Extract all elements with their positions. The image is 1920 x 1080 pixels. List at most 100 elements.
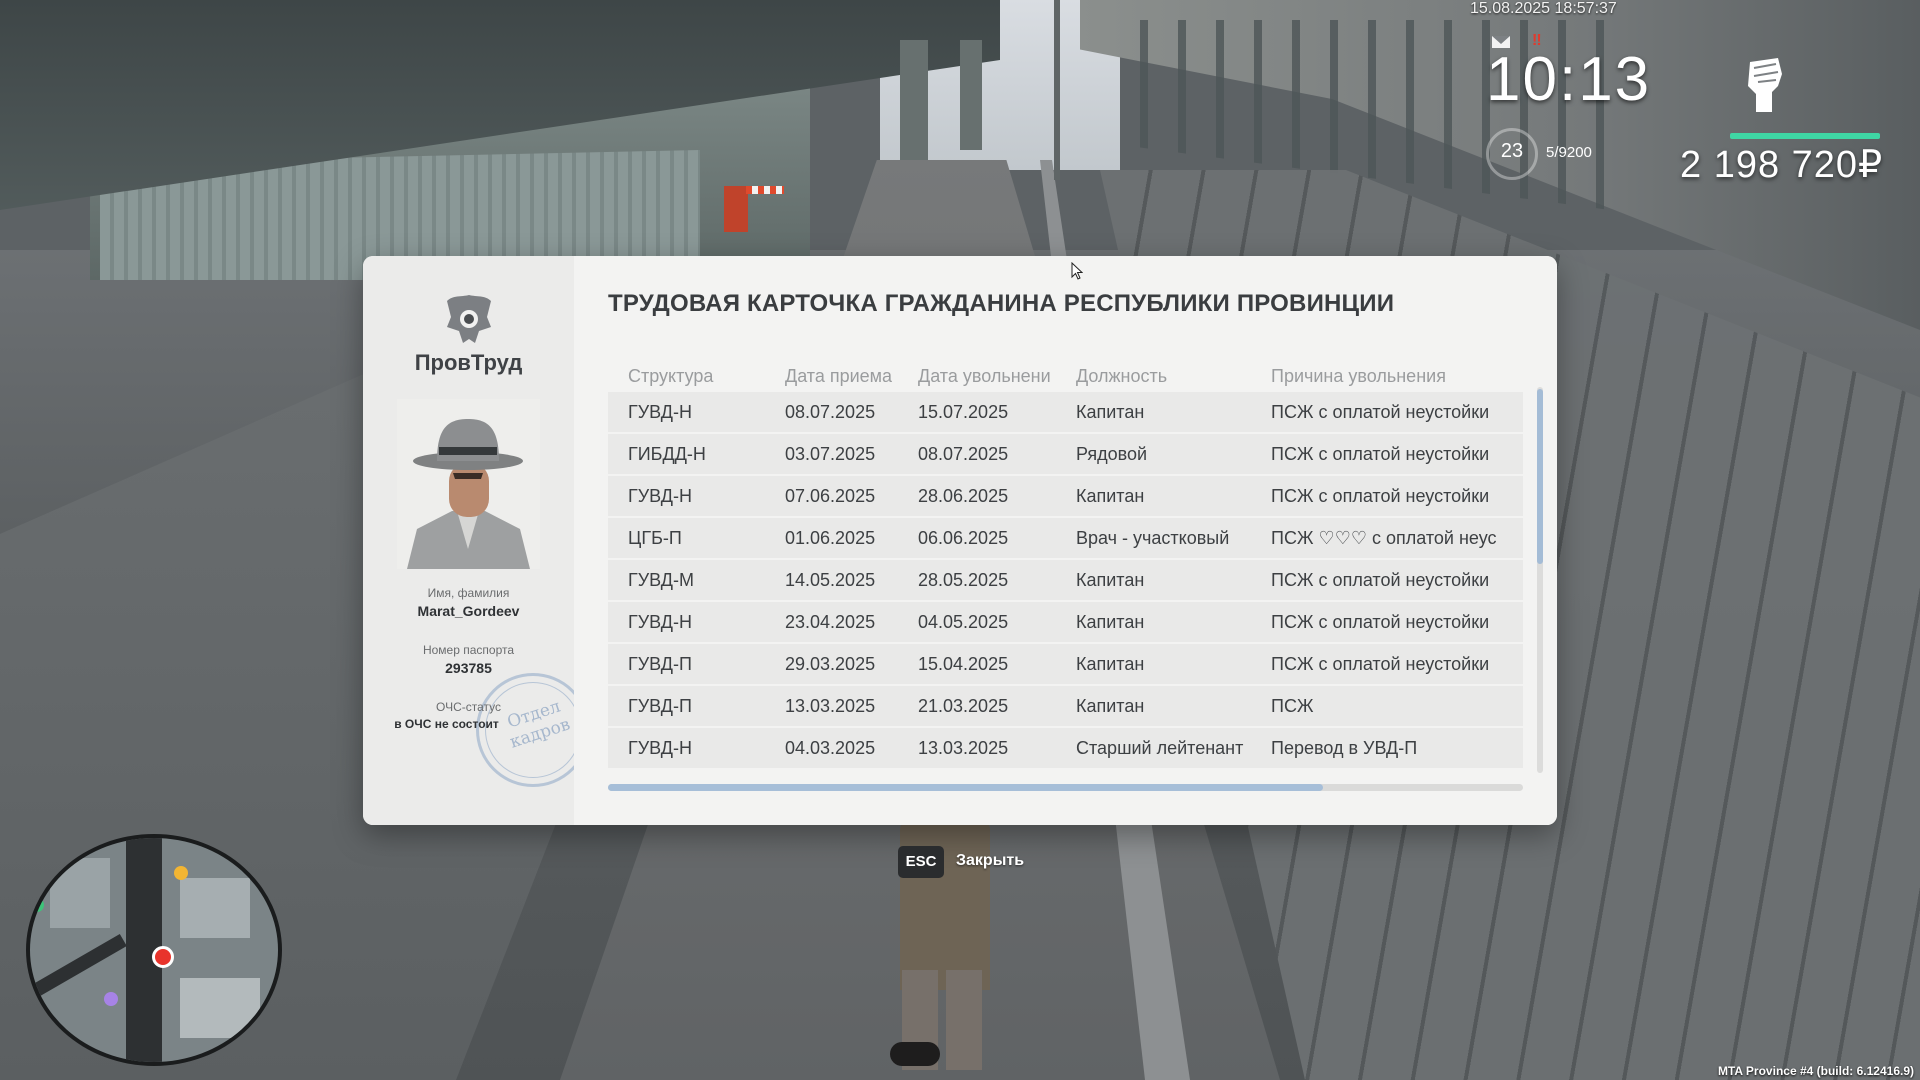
cell-position: Капитан — [1076, 612, 1145, 632]
cell-reason: ПСЖ — [1271, 696, 1314, 716]
status-label: ОЧС-статус — [436, 700, 501, 714]
hud-level: 23 — [1500, 140, 1524, 162]
table-row: ЦГБ-П 01.06.2025 06.06.2025 Врач - участ… — [608, 518, 1523, 558]
cell-reason: ПСЖ с оплатой неустойки — [1271, 444, 1490, 464]
cell-position: Капитан — [1076, 402, 1145, 422]
cell-structure: ГУВД-Н — [628, 486, 692, 506]
minimap-block — [180, 878, 250, 938]
table-row: ГУВД-Н 23.04.2025 04.05.2025 Капитан ПСЖ… — [608, 602, 1523, 642]
cell-hire-date: 03.07.2025 — [785, 444, 876, 464]
barrier-arm — [746, 186, 784, 194]
cell-hire-date: 08.07.2025 — [785, 402, 876, 422]
portrait-image — [397, 399, 540, 569]
cell-hire-date: 07.06.2025 — [785, 486, 876, 506]
cell-hire-date: 29.03.2025 — [785, 654, 876, 674]
minimap-block — [180, 978, 260, 1038]
cell-dismissal-date: 06.06.2025 — [918, 528, 1009, 548]
cell-dismissal-date: 04.05.2025 — [918, 612, 1009, 632]
minimap-block — [50, 858, 110, 928]
table-row: ГУВД-П 29.03.2025 15.04.2025 Капитан ПСЖ… — [608, 644, 1523, 684]
build-info: MTA Province #4 (build: 6.12416.9) — [1717, 1064, 1914, 1078]
cell-position: Капитан — [1076, 570, 1145, 590]
minimap-marker-icon — [30, 898, 44, 912]
column-header-hire-date: Дата приема — [785, 366, 893, 386]
table-header: Структура Дата приема Дата увольнени Дол… — [608, 360, 1523, 390]
horizontal-scrollbar-thumb[interactable] — [608, 784, 1323, 791]
passport-label: Номер паспорта — [422, 643, 515, 657]
column-header-position: Должность — [1076, 366, 1168, 386]
bridge-pillar — [900, 40, 928, 160]
cell-hire-date: 23.04.2025 — [785, 612, 876, 632]
minimap-marker-icon — [42, 870, 56, 884]
health-bar — [1730, 133, 1880, 139]
fist-icon — [1748, 58, 1782, 112]
close-label[interactable]: Закрыть — [956, 852, 1024, 870]
hud-experience: 5/9200 — [1546, 144, 1592, 161]
cell-structure: ГУВД-П — [628, 654, 692, 674]
cell-reason: ПСЖ ♡♡♡ с оплатой неус — [1271, 528, 1497, 548]
cell-reason: ПСЖ с оплатой неустойки — [1271, 654, 1490, 674]
column-header-structure: Структура — [628, 366, 714, 386]
cell-structure: ГИБДД-Н — [628, 444, 706, 464]
vertical-scrollbar-thumb[interactable] — [1537, 389, 1543, 564]
cell-position: Капитан — [1076, 654, 1145, 674]
cell-dismissal-date: 13.03.2025 — [918, 738, 1009, 758]
cell-structure: ГУВД-М — [628, 570, 694, 590]
player-marker-icon — [152, 946, 174, 968]
cell-reason: ПСЖ с оплатой неустойки — [1271, 570, 1490, 590]
table-row: ГУВД-Н 08.07.2025 15.07.2025 Капитан ПСЖ… — [608, 392, 1523, 432]
cell-dismissal-date: 28.06.2025 — [918, 486, 1009, 506]
character-leg — [946, 970, 982, 1070]
cell-structure: ГУВД-Н — [628, 738, 692, 758]
name-label: Имя, фамилия — [427, 586, 510, 600]
mouse-cursor-icon — [1071, 262, 1083, 280]
bridge-pillar — [960, 40, 982, 150]
table-row: ГИБДД-Н 03.07.2025 08.07.2025 Рядовой ПС… — [608, 434, 1523, 474]
coat-of-arms-icon — [447, 295, 491, 343]
column-header-reason: Причина увольнения — [1271, 366, 1446, 386]
cell-reason: ПСЖ с оплатой неустойки — [1271, 612, 1490, 632]
cell-hire-date: 04.03.2025 — [785, 738, 876, 758]
cell-reason: ПСЖ с оплатой неустойки — [1271, 486, 1490, 506]
cell-position: Капитан — [1076, 696, 1145, 716]
cell-position: Рядовой — [1076, 444, 1148, 464]
cell-dismissal-date: 15.04.2025 — [918, 654, 1009, 674]
card-title: ТРУДОВАЯ КАРТОЧКА ГРАЖДАНИНА РЕСПУБЛИКИ … — [608, 290, 1395, 317]
cell-structure: ГУВД-П — [628, 696, 692, 716]
table-row: ГУВД-Н 04.03.2025 13.03.2025 Старший лей… — [608, 728, 1523, 768]
table-body[interactable]: ГУВД-Н 08.07.2025 15.07.2025 Капитан ПСЖ… — [608, 392, 1523, 776]
employment-table: Структура Дата приема Дата увольнени Дол… — [608, 360, 1523, 768]
citizen-photo — [397, 399, 540, 569]
cell-hire-date: 01.06.2025 — [785, 528, 876, 548]
cell-structure: ГУВД-Н — [628, 402, 692, 422]
cell-dismissal-date: 28.05.2025 — [918, 570, 1009, 590]
cell-hire-date: 13.03.2025 — [785, 696, 876, 716]
cell-dismissal-date: 15.07.2025 — [918, 402, 1009, 422]
cell-position: Врач - участковый — [1076, 528, 1230, 548]
barrier-post — [724, 186, 748, 232]
hud-datetime: 15.08.2025 18:57:37 — [1470, 0, 1617, 17]
employment-card-modal: ПровТруд Имя, фамилия Marat_Gordeev Номе… — [363, 256, 1557, 825]
minimap-road — [33, 933, 127, 997]
esc-key-button[interactable]: ESC — [898, 846, 944, 878]
cell-dismissal-date: 08.07.2025 — [918, 444, 1009, 464]
minimap — [26, 834, 282, 1066]
cell-structure: ЦГБ-П — [628, 528, 682, 548]
table-row: ГУВД-Н 07.06.2025 28.06.2025 Капитан ПСЖ… — [608, 476, 1523, 516]
character-shoe — [890, 1042, 940, 1066]
cell-hire-date: 14.05.2025 — [785, 570, 876, 590]
column-header-dismissal-date: Дата увольнени — [918, 366, 1051, 386]
org-name: ПровТруд — [414, 350, 523, 375]
card-sidebar: ПровТруд Имя, фамилия Marat_Gordeev Номе… — [363, 256, 590, 825]
status-value: в ОЧС не состоит — [394, 717, 499, 731]
street-lamp — [1054, 0, 1060, 180]
card-main: ТРУДОВАЯ КАРТОЧКА ГРАЖДАНИНА РЕСПУБЛИКИ … — [574, 256, 1557, 825]
cell-dismissal-date: 21.03.2025 — [918, 696, 1009, 716]
hud-clock: 10:13 — [1486, 45, 1652, 114]
cell-structure: ГУВД-Н — [628, 612, 692, 632]
hud-money: 2 198 720₽ — [1680, 144, 1884, 186]
cell-reason: Перевод в УВД-П — [1271, 738, 1418, 758]
name-value: Marat_Gordeev — [417, 603, 520, 619]
table-row: ГУВД-П 13.03.2025 21.03.2025 Капитан ПСЖ — [608, 686, 1523, 726]
minimap-marker-icon — [174, 866, 188, 880]
